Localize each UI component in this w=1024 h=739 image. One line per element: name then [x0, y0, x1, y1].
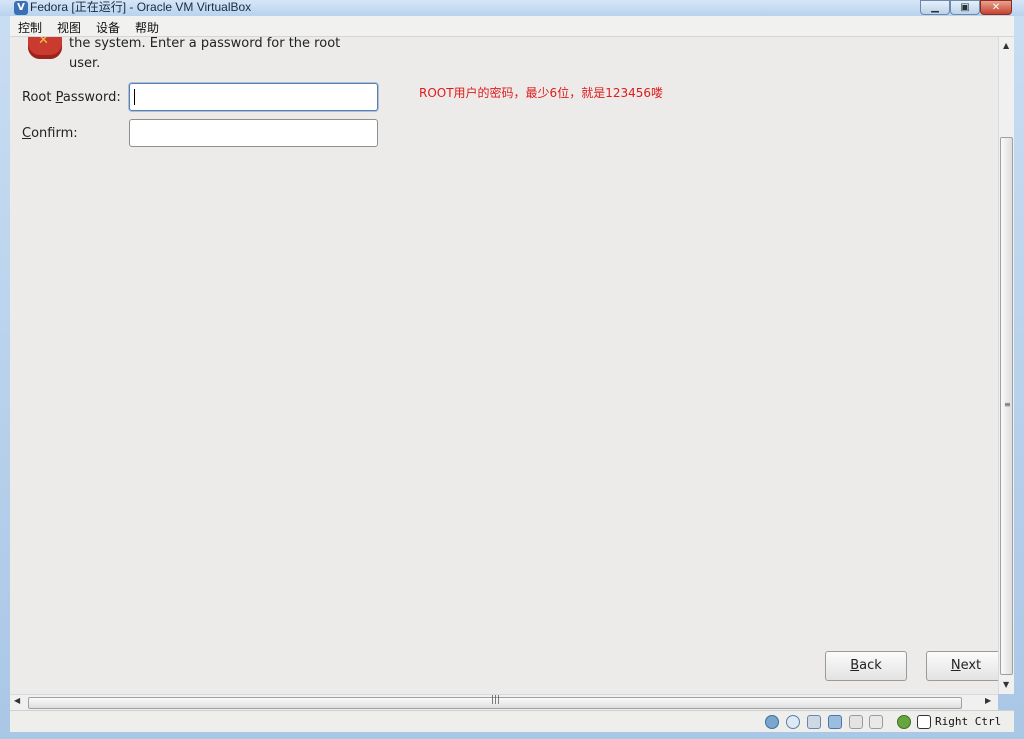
- grip-icon: |||: [491, 695, 501, 705]
- title-bar[interactable]: V Fedora [正在运行] - Oracle VM VirtualBox ▁…: [0, 0, 1024, 16]
- annotation-note: ROOT用户的密码，最少6位，就是123456喽: [419, 86, 664, 100]
- grip-icon: ≡: [1004, 400, 1011, 409]
- shared-folders-icon[interactable]: [849, 715, 863, 729]
- confirm-password-field[interactable]: [129, 119, 378, 147]
- menu-bar: 控制 视图 设备 帮助: [10, 16, 1014, 37]
- status-bar: Right Ctrl: [10, 710, 1014, 732]
- menu-help[interactable]: 帮助: [135, 19, 159, 36]
- back-button[interactable]: Back: [825, 651, 907, 681]
- hard-disk-icon[interactable]: [765, 715, 779, 729]
- lock-icon: ✕: [28, 37, 62, 59]
- usb-icon[interactable]: [807, 715, 821, 729]
- host-key-label: Right Ctrl: [935, 715, 1002, 728]
- scroll-right-arrow-icon[interactable]: ▶: [985, 696, 991, 705]
- text-caret: [134, 89, 135, 105]
- next-button[interactable]: Next: [926, 651, 998, 681]
- root-password-field[interactable]: [129, 83, 378, 111]
- optical-drive-icon[interactable]: [786, 715, 800, 729]
- close-button[interactable]: ✕: [980, 0, 1012, 15]
- window-title: Fedora [正在运行] - Oracle VM VirtualBox: [30, 0, 252, 14]
- mouse-integration-icon[interactable]: [917, 715, 931, 729]
- description-line-1: the system. Enter a password for the roo…: [69, 37, 341, 51]
- menu-view[interactable]: 视图: [57, 19, 81, 36]
- horizontal-scroll-thumb[interactable]: |||: [28, 695, 962, 709]
- vertical-scroll-thumb[interactable]: ≡: [1000, 137, 1013, 675]
- scroll-left-arrow-icon[interactable]: ◀: [14, 696, 20, 705]
- display-icon[interactable]: [869, 715, 883, 729]
- page-description: the system. Enter a password for the roo…: [69, 37, 389, 74]
- scroll-up-arrow-icon[interactable]: ▲: [1003, 41, 1009, 50]
- minimize-button[interactable]: ▁: [920, 0, 950, 15]
- virtualbox-window: V Fedora [正在运行] - Oracle VM VirtualBox ▁…: [0, 0, 1024, 739]
- menu-control[interactable]: 控制: [18, 19, 42, 36]
- horizontal-scrollbar[interactable]: ◀ ||| ▶: [10, 694, 998, 710]
- maximize-button[interactable]: ▣: [950, 0, 980, 15]
- root-password-label: Root Password:: [22, 90, 121, 105]
- confirm-label: Confirm:: [22, 126, 78, 141]
- vm-display[interactable]: ✕ the system. Enter a password for the r…: [10, 37, 998, 694]
- description-line-2: user.: [69, 56, 101, 71]
- virtualization-icon[interactable]: [897, 715, 911, 729]
- vertical-scrollbar[interactable]: ▲ ≡ ▼: [998, 37, 1014, 694]
- virtualbox-icon: V: [14, 1, 28, 15]
- scroll-down-arrow-icon[interactable]: ▼: [1003, 680, 1009, 689]
- network-icon[interactable]: [828, 715, 842, 729]
- menu-devices[interactable]: 设备: [96, 19, 120, 36]
